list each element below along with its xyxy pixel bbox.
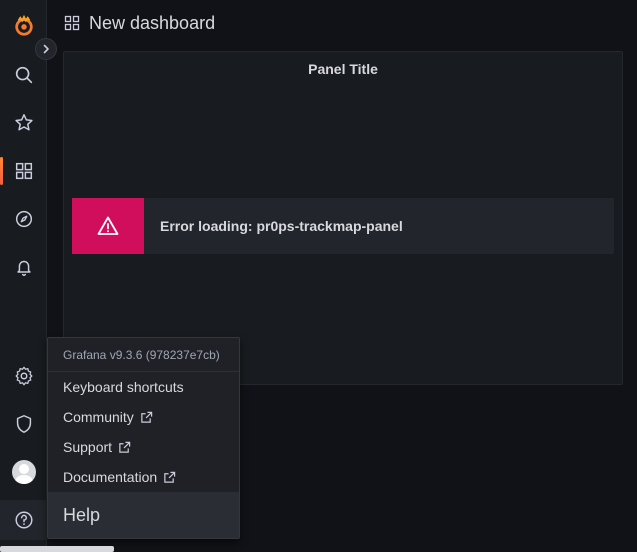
external-link-icon xyxy=(164,471,176,483)
help-menu: Grafana v9.3.6 (978237e7cb) Keyboard sho… xyxy=(47,337,240,539)
star-icon xyxy=(14,114,33,131)
avatar xyxy=(11,460,36,484)
shield-icon xyxy=(16,415,31,433)
panel-error-alert: Error loading: pr0ps-trackmap-panel xyxy=(72,198,614,254)
external-link-icon xyxy=(119,441,131,453)
menu-item-support[interactable]: Support xyxy=(48,432,239,462)
nav-configuration[interactable] xyxy=(0,356,47,396)
external-link-icon xyxy=(141,411,153,423)
warning-icon xyxy=(97,216,119,235)
page-title[interactable]: New dashboard xyxy=(89,13,215,34)
nav-help[interactable] xyxy=(0,500,47,540)
nav-starred[interactable] xyxy=(0,103,47,143)
menu-item-label: Keyboard shortcuts xyxy=(63,379,184,395)
nav-explore[interactable] xyxy=(0,199,47,239)
menu-item-documentation[interactable]: Documentation xyxy=(48,462,239,492)
nav-search[interactable] xyxy=(0,55,47,95)
nav-profile[interactable] xyxy=(0,452,47,492)
alerting-icon xyxy=(16,260,31,276)
nav-admin[interactable] xyxy=(0,404,47,444)
nav-dashboards[interactable] xyxy=(0,151,47,191)
menu-item-label: Documentation xyxy=(63,469,158,485)
menu-item-label: Support xyxy=(63,439,113,455)
settings-icon xyxy=(15,366,32,386)
menu-item-label: Community xyxy=(63,409,134,425)
dashboard-header: New dashboard xyxy=(64,10,215,36)
explore-icon xyxy=(15,210,32,228)
menu-item-keyboard-shortcuts[interactable]: Keyboard shortcuts xyxy=(48,372,239,402)
dashboards-icon xyxy=(15,162,32,180)
search-icon xyxy=(15,66,32,84)
horizontal-scrollbar[interactable] xyxy=(0,546,114,552)
menu-item-community[interactable]: Community xyxy=(48,402,239,432)
expand-sidebar-button[interactable] xyxy=(35,38,57,60)
dashboard-panel: Panel Title Error loading: pr0ps-trackma… xyxy=(63,51,623,385)
sidebar xyxy=(0,0,47,552)
panel-title[interactable]: Panel Title xyxy=(64,61,622,77)
error-icon-box xyxy=(72,198,144,254)
grafana-logo-icon xyxy=(14,15,33,36)
chevron-right-icon xyxy=(43,44,49,54)
nav-alerting[interactable] xyxy=(0,247,47,287)
help-icon xyxy=(14,511,33,529)
error-message: Error loading: pr0ps-trackmap-panel xyxy=(160,218,403,234)
dashboard-grid-icon xyxy=(64,15,80,31)
version-info: Grafana v9.3.6 (978237e7cb) xyxy=(48,338,239,372)
help-menu-header: Help xyxy=(48,492,239,538)
